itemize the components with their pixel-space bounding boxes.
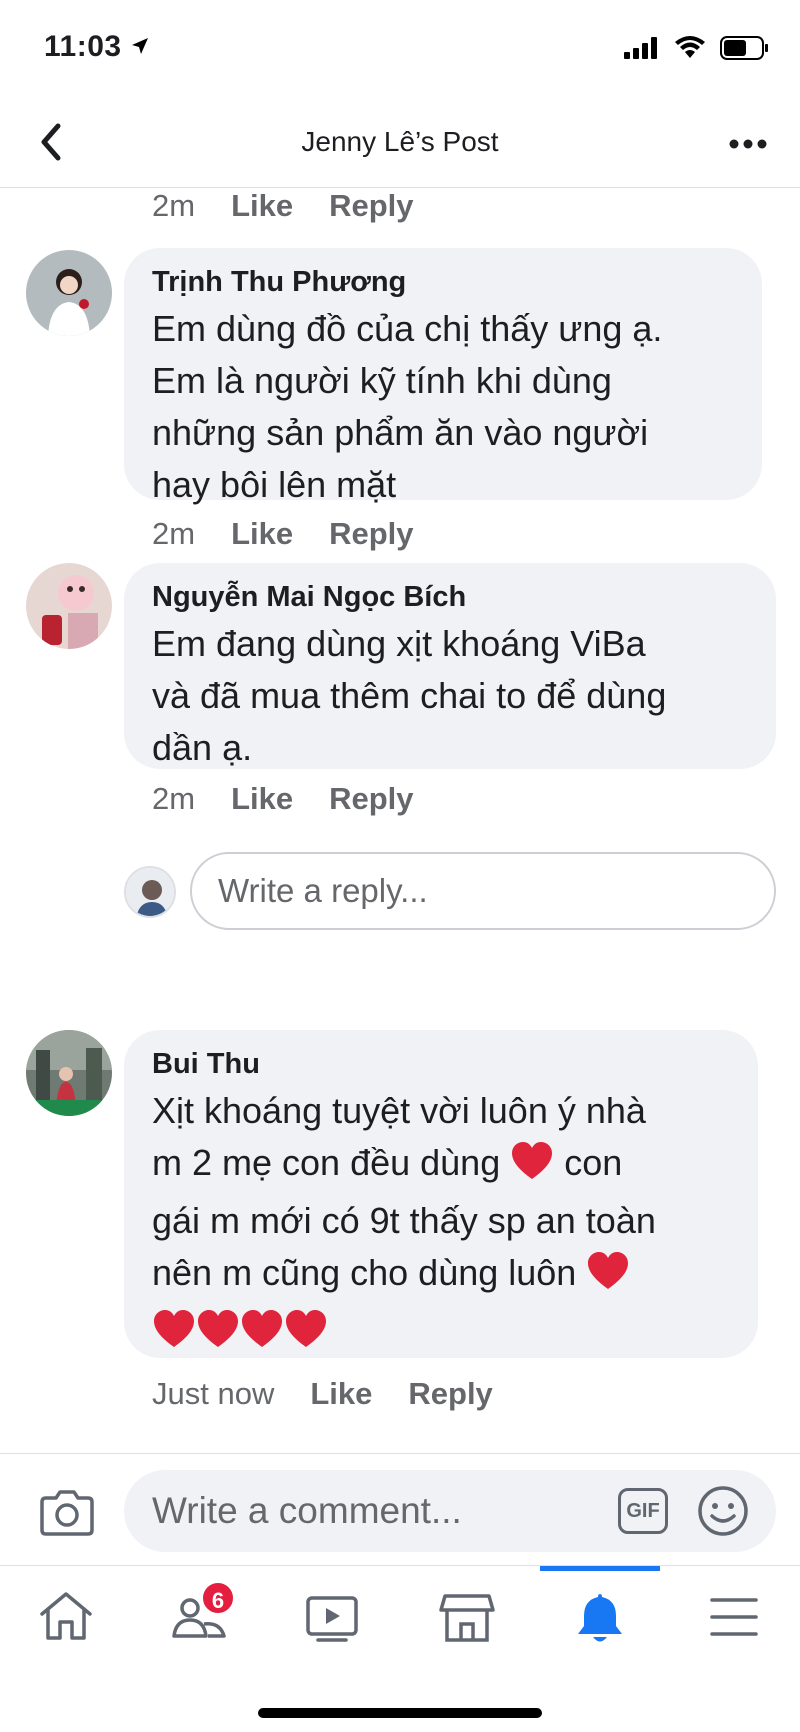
like-button[interactable]: Like: [231, 188, 293, 224]
comment-line: Em dùng đồ của chị thấy ưng ạ.: [152, 308, 663, 349]
red-heart-icon: [284, 1309, 328, 1363]
reply-button[interactable]: Reply: [329, 516, 413, 552]
comment-text: Em dùng đồ của chị thấy ưng ạ. Em là ngư…: [152, 303, 736, 511]
comment-line: Em đang dùng xịt khoáng ViBa: [152, 623, 646, 664]
comment-time: 2m: [152, 781, 196, 816]
nav-header: Jenny Lê’s Post: [0, 100, 800, 188]
comment-author[interactable]: Trịnh Thu Phương: [152, 266, 736, 299]
comment-author[interactable]: Bui Thu: [152, 1048, 732, 1081]
comment-line: gái m mới có 9t thấy sp an toàn: [152, 1200, 656, 1241]
more-options-button[interactable]: [726, 124, 770, 164]
home-indicator: [258, 1708, 542, 1718]
red-heart-icon: [196, 1309, 240, 1363]
reply-button[interactable]: Reply: [329, 188, 413, 224]
avatar[interactable]: [26, 563, 112, 649]
comment-line: m 2 mẹ con đều dùng con: [152, 1137, 732, 1195]
comment-composer: Write a comment... GIF: [0, 1453, 800, 1565]
tab-watch[interactable]: [292, 1590, 372, 1660]
status-time: 11:03: [44, 30, 150, 64]
avatar[interactable]: [26, 1030, 112, 1116]
reply-button[interactable]: Reply: [329, 781, 413, 817]
red-heart-icon: [152, 1309, 196, 1363]
camera-button[interactable]: [40, 1488, 94, 1536]
friends-badge: 6: [200, 1580, 236, 1616]
comment-text: Xịt khoáng tuyệt vời luôn ý nhà m 2 mẹ c…: [152, 1085, 732, 1363]
red-heart-icon: [586, 1251, 630, 1305]
marketplace-store-icon: [439, 1594, 495, 1642]
comment-meta-row: 2m Like Reply: [152, 188, 414, 224]
emoji-button[interactable]: [696, 1484, 750, 1538]
comment-input[interactable]: Write a comment... GIF: [124, 1470, 776, 1552]
comment-line: Em là người kỹ tính khi dùng: [152, 360, 612, 401]
comment-line: những sản phẩm ăn vào người: [152, 412, 649, 453]
comment-text: Em đang dùng xịt khoáng ViBa và đã mua t…: [152, 618, 750, 774]
reply-input[interactable]: Write a reply...: [190, 852, 776, 930]
comments-list: 2m Like Reply Trịnh Thu Phương Em dùng đ…: [0, 188, 800, 1453]
active-tab-indicator: [540, 1566, 660, 1571]
tab-friends[interactable]: 6: [160, 1580, 240, 1660]
location-arrow-icon: [130, 30, 150, 64]
comment-time: Just now: [152, 1376, 275, 1411]
red-heart-icon: [240, 1309, 284, 1363]
red-heart-icon: [510, 1141, 554, 1195]
comment-input-placeholder: Write a comment...: [152, 1490, 462, 1531]
avatar: [124, 866, 176, 918]
comment-meta-row: 2m Like Reply: [152, 516, 414, 552]
comment-time: 2m: [152, 516, 196, 551]
status-icons: [624, 36, 770, 65]
more-horizontal-icon: [729, 139, 767, 149]
clock-text: 11:03: [44, 30, 122, 63]
comment-line-part: m 2 mẹ con đều dùng: [152, 1142, 501, 1183]
tab-marketplace[interactable]: [427, 1590, 507, 1660]
gif-button[interactable]: GIF: [618, 1488, 668, 1534]
like-button[interactable]: Like: [310, 1376, 372, 1412]
bottom-tab-bar: 6: [0, 1565, 800, 1732]
reply-button[interactable]: Reply: [408, 1376, 492, 1412]
comment-time: 2m: [152, 188, 196, 223]
camera-icon: [40, 1490, 94, 1536]
comment-line-part: con: [564, 1142, 623, 1183]
comment-bubble: Nguyễn Mai Ngọc Bích Em đang dùng xịt kh…: [124, 563, 776, 769]
tab-notifications[interactable]: [560, 1590, 640, 1660]
wifi-icon: [674, 36, 706, 65]
avatar[interactable]: [26, 250, 112, 336]
cellular-signal-icon: [624, 37, 660, 64]
comment-line: và đã mua thêm chai to để dùng: [152, 675, 667, 716]
page-title: Jenny Lê’s Post: [301, 126, 499, 157]
tab-home[interactable]: [26, 1590, 106, 1660]
smiley-icon: [698, 1486, 748, 1536]
status-bar: 11:03: [0, 0, 800, 100]
like-button[interactable]: Like: [231, 781, 293, 817]
comment-author[interactable]: Nguyễn Mai Ngọc Bích: [152, 581, 750, 614]
video-play-icon: [306, 1596, 358, 1642]
comment-bubble: Bui Thu Xịt khoáng tuyệt vời luôn ý nhà …: [124, 1030, 758, 1358]
comment-line: hay bôi lên mặt: [152, 464, 397, 505]
tab-menu[interactable]: [694, 1590, 774, 1660]
comment-line-part: nên m cũng cho dùng luôn: [152, 1252, 577, 1293]
comment-bubble: Trịnh Thu Phương Em dùng đồ của chị thấy…: [124, 248, 762, 505]
comment-line: dần ạ.: [152, 727, 253, 768]
reply-composer: Write a reply...: [124, 852, 776, 930]
bell-icon: [578, 1594, 622, 1642]
battery-icon: [720, 36, 770, 65]
comment-meta-row: Just now Like Reply: [152, 1376, 493, 1412]
comment-line: [152, 1305, 732, 1363]
comment-line: nên m cũng cho dùng luôn: [152, 1247, 732, 1305]
comment-line: Xịt khoáng tuyệt vời luôn ý nhà: [152, 1090, 646, 1131]
home-icon: [40, 1592, 92, 1640]
comment-meta-row: 2m Like Reply: [152, 781, 414, 817]
hamburger-menu-icon: [710, 1598, 758, 1636]
like-button[interactable]: Like: [231, 516, 293, 552]
